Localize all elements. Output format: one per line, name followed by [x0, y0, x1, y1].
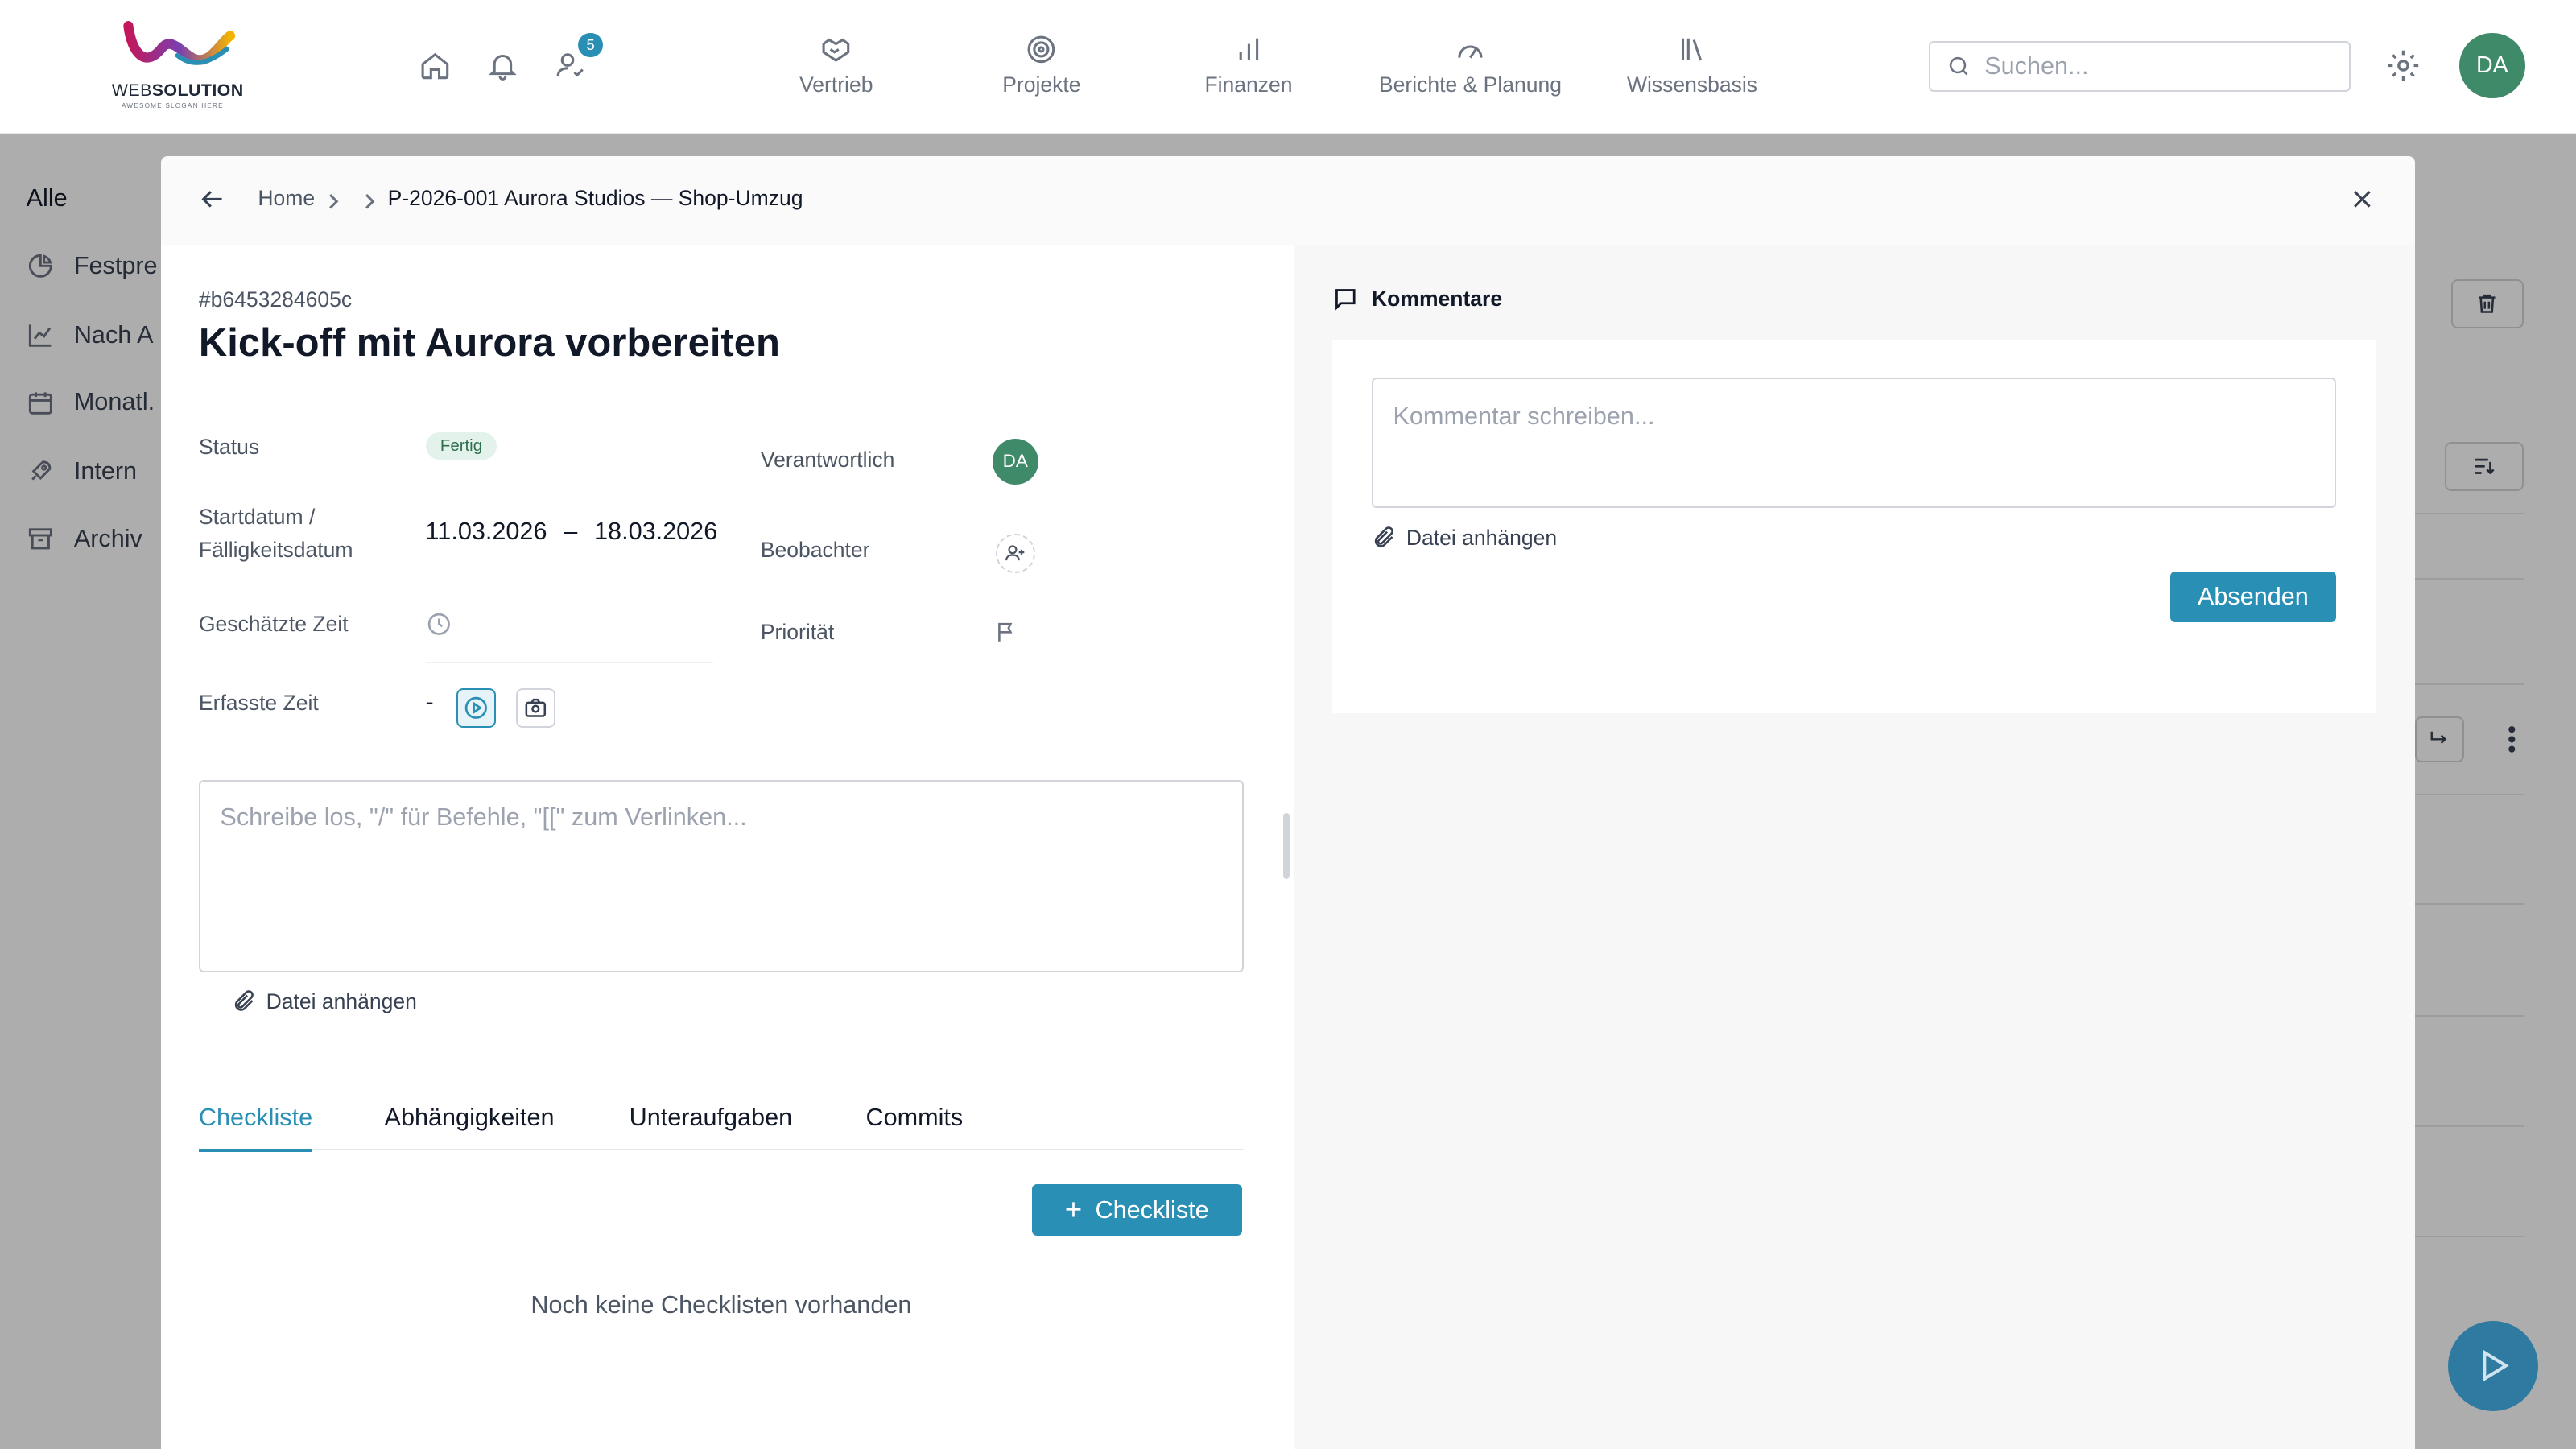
tracked-time-value: - — [425, 688, 434, 716]
comment-input[interactable]: Kommentar schreiben... — [1372, 378, 2336, 508]
estimated-time-label: Geschätzte Zeit — [198, 612, 349, 637]
assignee-label: Verantwortlich — [760, 448, 895, 472]
add-watcher-button[interactable] — [995, 534, 1035, 574]
comments-pane: Kommentare Kommentar schreiben... Datei … — [1294, 245, 2415, 1449]
comment-composer: Kommentar schreiben... Datei anhängen Ab… — [1332, 340, 2376, 713]
modal-header: Home P-2026-001 Aurora Studios — Shop-Um… — [161, 156, 2415, 245]
plus-icon: + — [1064, 1193, 1083, 1227]
add-checklist-button[interactable]: + Checkliste — [1031, 1184, 1242, 1236]
due-date[interactable]: 18.03.2026 — [594, 518, 717, 545]
breadcrumb-project[interactable]: P-2026-001 Aurora Studios — Shop-Umzug — [388, 186, 803, 211]
camera-icon — [525, 699, 547, 718]
search-icon — [1950, 57, 1968, 76]
company-logo[interactable]: WEBSOLUTION AWESOME SLOGAN HERE — [112, 19, 246, 111]
play-circle-icon — [465, 696, 488, 720]
task-details-pane: #b6453284605c Kick-off mit Aurora vorber… — [160, 245, 1295, 1449]
clock-icon[interactable] — [426, 611, 452, 644]
bar-chart-icon — [1239, 38, 1258, 60]
screenshot-timer-button[interactable] — [515, 688, 555, 729]
nav-projekte[interactable]: Projekte — [985, 33, 1097, 105]
play-icon — [2483, 1349, 2510, 1382]
dates-label: Startdatum / Fälligkeitsdatum — [198, 505, 353, 563]
nav-finanzen[interactable]: Finanzen — [1191, 33, 1307, 105]
assignee-avatar[interactable]: DA — [992, 438, 1038, 485]
tab-checkliste[interactable]: Checkliste — [198, 1104, 313, 1152]
home-icon[interactable] — [417, 47, 453, 84]
description-editor[interactable]: Schreibe los, "/" für Befehle, "[[" zum … — [198, 780, 1244, 973]
task-id: #b6453284605c — [198, 287, 353, 312]
tracked-time-label: Erfasste Zeit — [198, 691, 319, 716]
comment-attach-file-button[interactable]: Datei anhängen — [1372, 526, 1557, 551]
top-navigation: WEBSOLUTION AWESOME SLOGAN HERE 5 Vertri… — [0, 0, 2576, 135]
books-icon — [1681, 38, 1702, 61]
user-avatar[interactable]: DA — [2459, 32, 2525, 99]
chevron-right-icon — [361, 188, 378, 218]
nav-vertrieb[interactable]: Vertrieb — [772, 33, 900, 105]
watchers-label: Beobachter — [760, 538, 870, 563]
handshake-icon — [822, 38, 850, 62]
status-badge[interactable]: Fertig — [425, 431, 497, 460]
close-icon[interactable] — [2347, 184, 2377, 221]
priority-label: Priorität — [760, 620, 835, 645]
flag-icon[interactable] — [994, 619, 1019, 652]
paperclip-icon — [234, 989, 254, 1011]
notification-badge: 5 — [578, 32, 603, 58]
user-plus-icon — [1005, 545, 1025, 561]
tab-unteraufgaben[interactable]: Unteraufgaben — [630, 1104, 793, 1148]
nav-berichte-planung[interactable]: Berichte & Planung — [1370, 33, 1571, 105]
target-icon — [1028, 35, 1055, 64]
send-comment-button[interactable]: Absenden — [2169, 572, 2336, 623]
comment-icon — [1335, 289, 1356, 311]
comments-header: Kommentare — [1332, 286, 1502, 312]
nav-wissensbasis[interactable]: Wissensbasis — [1616, 33, 1768, 105]
start-timer-button[interactable] — [456, 688, 497, 729]
status-label: Status — [198, 434, 260, 459]
tab-commits[interactable]: Commits — [865, 1104, 963, 1148]
date-range[interactable]: 11.03.2026 – 18.03.2026 — [426, 518, 718, 546]
timer-fab-button[interactable] — [2447, 1320, 2539, 1412]
attach-file-button[interactable]: Datei anhängen — [232, 989, 417, 1014]
gear-icon[interactable] — [2385, 47, 2421, 90]
task-tabs: Checkliste Abhängigkeiten Unteraufgaben … — [198, 1091, 1244, 1152]
breadcrumb-home[interactable]: Home — [258, 186, 315, 211]
gauge-icon — [1458, 45, 1483, 59]
paperclip-icon — [1374, 526, 1393, 548]
global-search-input[interactable]: Suchen... — [1928, 41, 2351, 93]
bell-icon[interactable] — [485, 47, 521, 84]
empty-checklists-message: Noch keine Checklisten vorhanden — [530, 1291, 912, 1319]
start-date[interactable]: 11.03.2026 — [426, 518, 547, 545]
tab-abhaengigkeiten[interactable]: Abhängigkeiten — [385, 1104, 555, 1148]
chevron-right-icon — [325, 188, 341, 218]
pane-resize-handle[interactable] — [1282, 813, 1290, 879]
task-detail-modal: Home P-2026-001 Aurora Studios — Shop-Um… — [160, 155, 2415, 1449]
back-arrow-icon[interactable] — [197, 184, 227, 221]
task-title[interactable]: Kick-off mit Aurora vorbereiten — [199, 320, 780, 365]
